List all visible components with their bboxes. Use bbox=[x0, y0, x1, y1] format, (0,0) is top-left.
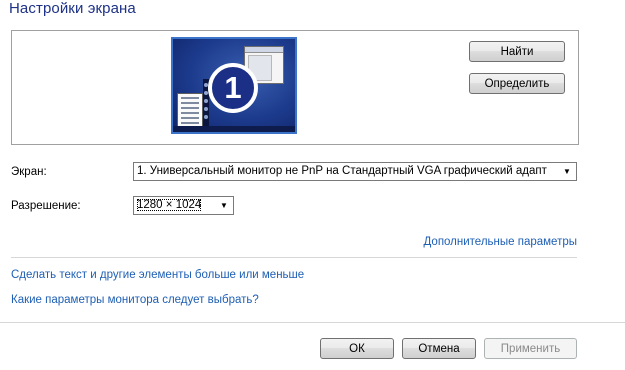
divider bbox=[0, 322, 625, 323]
display-select[interactable]: 1. Универсальный монитор не PnP на Станд… bbox=[133, 162, 577, 181]
find-button[interactable]: Найти bbox=[469, 41, 565, 62]
resolution-label: Разрешение: bbox=[11, 200, 81, 212]
divider bbox=[11, 257, 577, 258]
display-settings-window: Настройки экрана 1 Найти Определить Экра… bbox=[0, 0, 625, 370]
text-size-link[interactable]: Сделать текст и другие элементы больше и… bbox=[11, 269, 304, 281]
document-preview-icon bbox=[177, 93, 203, 129]
chevron-down-icon[interactable]: ▼ bbox=[217, 197, 231, 214]
monitor-1-thumbnail[interactable]: 1 bbox=[171, 37, 297, 134]
page-title: Настройки экрана bbox=[9, 0, 136, 17]
chevron-down-icon[interactable]: ▼ bbox=[560, 163, 574, 180]
ok-button[interactable]: ОК bbox=[320, 338, 394, 359]
monitor-preview-panel: 1 Найти Определить bbox=[11, 30, 579, 145]
cancel-button[interactable]: Отмена bbox=[402, 338, 476, 359]
display-label: Экран: bbox=[11, 166, 47, 178]
apply-button[interactable]: Применить bbox=[484, 338, 577, 359]
monitor-number-badge: 1 bbox=[208, 63, 258, 113]
which-settings-link[interactable]: Какие параметры монитора следует выбрать… bbox=[11, 294, 259, 306]
taskbar-preview bbox=[173, 126, 295, 132]
resolution-select[interactable]: 1280 × 1024 ▼ bbox=[133, 196, 234, 215]
identify-button[interactable]: Определить bbox=[469, 73, 565, 94]
advanced-settings-link[interactable]: Дополнительные параметры bbox=[424, 236, 578, 248]
display-select-value: 1. Универсальный монитор не PnP на Станд… bbox=[137, 165, 547, 177]
resolution-select-value: 1280 × 1024 bbox=[137, 199, 202, 211]
